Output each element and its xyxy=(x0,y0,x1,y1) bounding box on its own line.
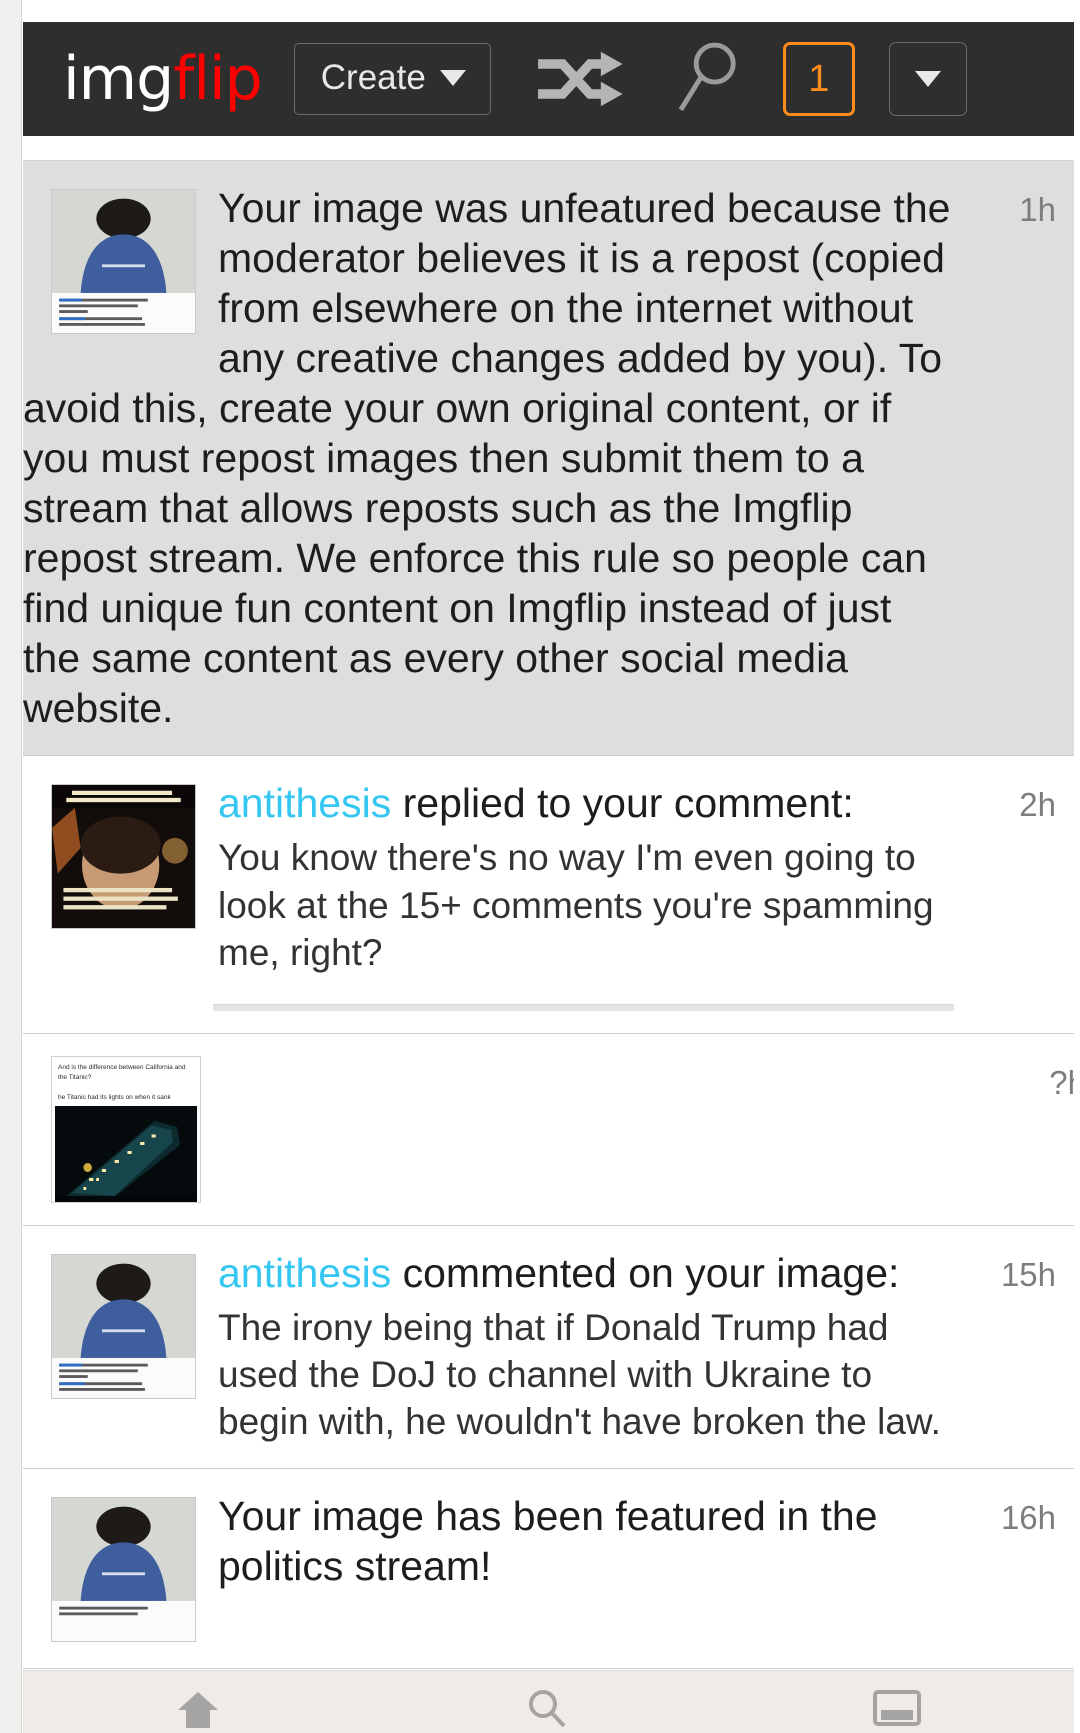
imgflip-notifications-page: imgflip Create 1 Your image was unfeatur… xyxy=(0,0,1080,1733)
notifications-count: 1 xyxy=(808,57,830,100)
bottom-navigation-bar xyxy=(23,1670,1074,1733)
username-link[interactable]: antithesis xyxy=(218,1250,391,1296)
notification-list: Your image was unfeatured because the mo… xyxy=(23,160,1074,1669)
imgflip-logo[interactable]: imgflip xyxy=(63,49,263,109)
home-icon[interactable] xyxy=(176,1688,220,1733)
search-button[interactable] xyxy=(671,42,743,116)
comment-divider xyxy=(213,1004,954,1012)
shuffle-icon xyxy=(537,51,623,107)
blue-shirt-man-meme-thumbnail[interactable] xyxy=(51,1496,196,1642)
blue-shirt-man-meme-thumbnail[interactable] xyxy=(51,189,196,334)
titanic-meme-thumbnail[interactable]: And is the difference between California… xyxy=(51,1056,201,1203)
notification-item-reply[interactable]: antithesis replied to your comment: You … xyxy=(23,756,1074,1035)
titanic-photo xyxy=(55,1105,197,1202)
notification-timestamp: ?h xyxy=(1049,1064,1074,1102)
create-button[interactable]: Create xyxy=(293,43,491,115)
notification-timestamp: 1h xyxy=(1019,191,1056,228)
shuffle-button[interactable] xyxy=(535,49,623,109)
account-menu-button[interactable] xyxy=(888,42,967,116)
thumbnail-caption-top: And is the difference between California… xyxy=(58,1064,186,1082)
notification-timestamp: 2h xyxy=(1019,786,1056,824)
page-right-gutter xyxy=(1074,0,1080,1733)
chevron-down-icon xyxy=(439,70,466,86)
notification-timestamp: 15h xyxy=(1000,1255,1056,1293)
chevron-down-icon xyxy=(914,71,941,87)
create-button-label: Create xyxy=(320,58,426,97)
notification-timestamp: 16h xyxy=(1000,1498,1056,1536)
search-icon[interactable] xyxy=(526,1688,566,1733)
top-navbar: imgflip Create 1 xyxy=(23,22,1074,136)
notification-action-label: commented on your image: xyxy=(391,1249,900,1296)
notification-item-titanic[interactable]: And is the difference between California… xyxy=(23,1034,1074,1226)
blue-shirt-man-meme-thumbnail[interactable] xyxy=(51,1253,196,1399)
logo-text-flip: flip xyxy=(173,44,263,114)
notification-action-label: replied to your comment: xyxy=(391,780,854,827)
thumbnail-caption-bottom: he Titanic had its lights on when it san… xyxy=(58,1093,171,1101)
gallery-icon[interactable] xyxy=(872,1688,921,1733)
notification-item-featured[interactable]: Your image has been featured in the poli… xyxy=(23,1468,1074,1669)
notification-message: Your image has been featured in the poli… xyxy=(218,1492,878,1589)
notification-item-unfeatured[interactable]: Your image was unfeatured because the mo… xyxy=(23,161,1074,757)
search-icon xyxy=(678,42,736,112)
matrix-movie-meme-thumbnail[interactable] xyxy=(51,784,196,930)
notification-item-comment[interactable]: antithesis commented on your image: The … xyxy=(23,1225,1074,1469)
logo-text-img: img xyxy=(63,44,174,114)
page-left-gutter xyxy=(0,0,22,1733)
username-link[interactable]: antithesis xyxy=(218,780,391,826)
notifications-badge[interactable]: 1 xyxy=(782,42,855,116)
